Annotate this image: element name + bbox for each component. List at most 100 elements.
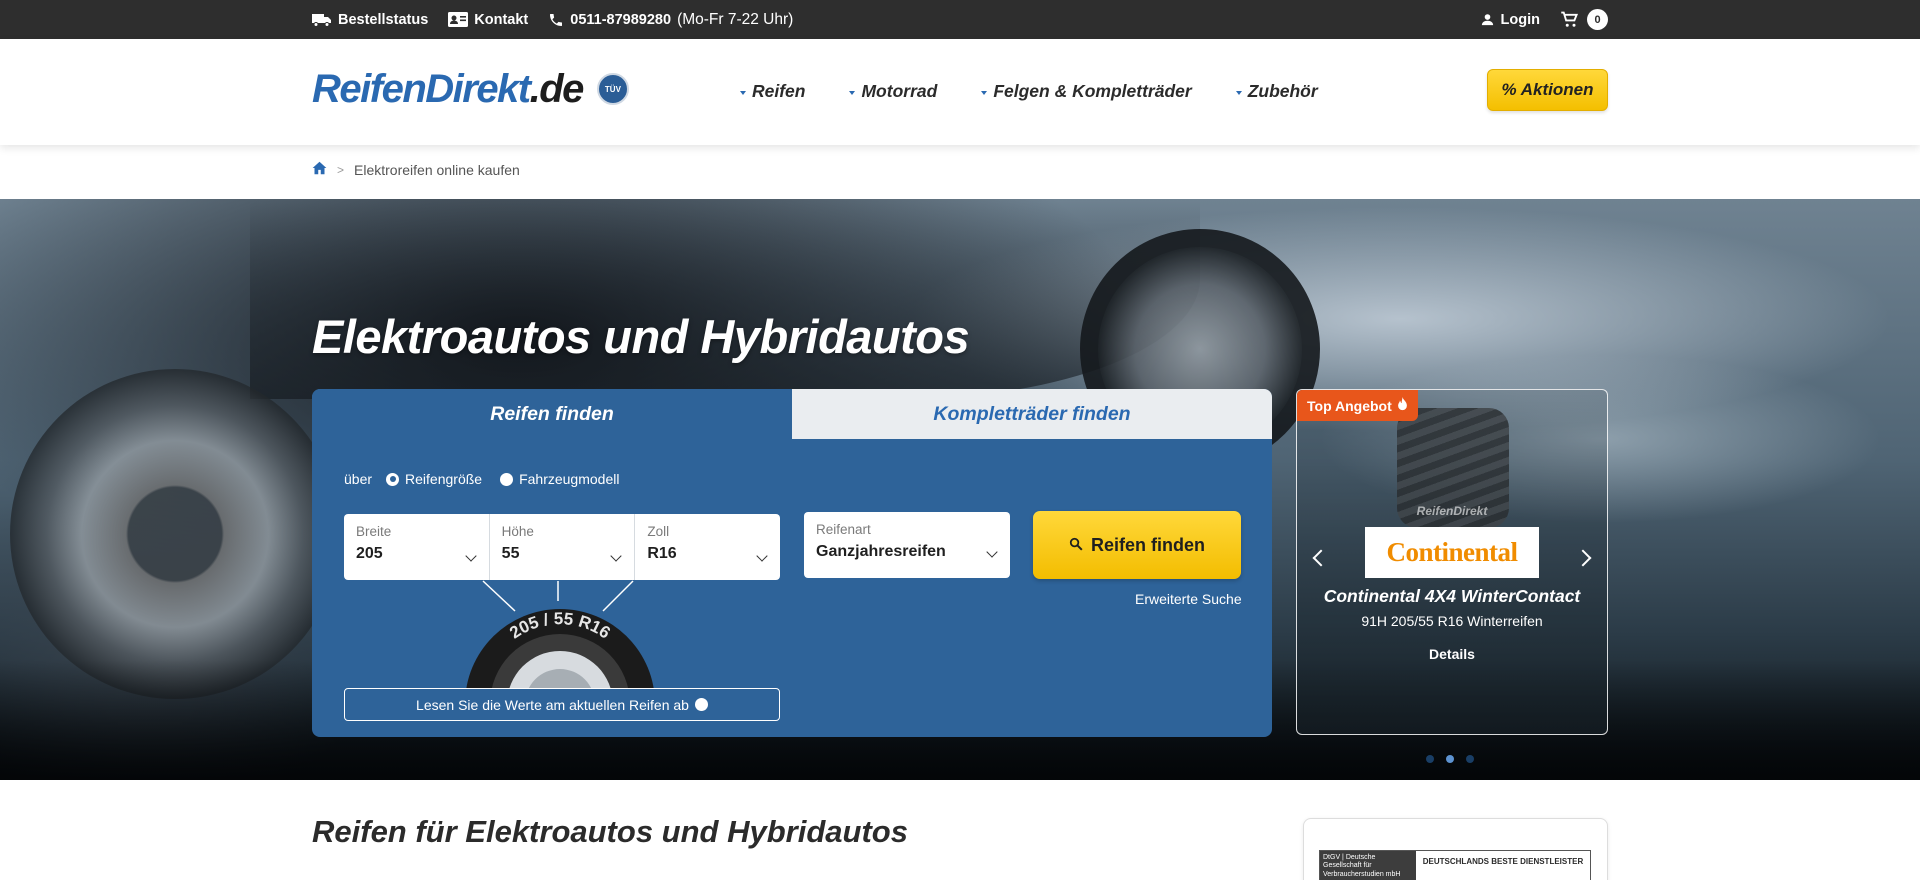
caret-down-icon <box>1235 90 1242 95</box>
tire-type-label: Reifenart <box>816 522 871 537</box>
top-utility-bar: Bestellstatus Kontakt 0511-87989280 (Mo-… <box>0 0 1920 39</box>
phone-number: 0511-87989280 <box>570 11 672 28</box>
carousel-prev-arrow-icon[interactable] <box>1312 549 1330 567</box>
seal-right-text: DEUTSCHLANDS BESTE DIENSTLEISTER <box>1422 857 1584 866</box>
nav-item-label: Reifen <box>752 81 806 101</box>
user-icon <box>1480 12 1495 27</box>
rim-size-value: R16 <box>647 545 677 562</box>
radio-reifengroesse[interactable]: Reifengröße <box>386 471 482 487</box>
phone-icon <box>548 12 564 28</box>
nav-item-label: Felgen & Kompletträder <box>993 81 1192 101</box>
carousel-next-arrow-icon[interactable] <box>1574 549 1592 567</box>
nav-item-reifen[interactable]: Reifen <box>740 81 805 102</box>
nav-item-label: Motorrad <box>861 81 938 101</box>
login-link[interactable]: Login <box>1480 12 1540 28</box>
hero-wheel-blur <box>10 369 340 699</box>
breadcrumb-separator: > <box>337 162 345 177</box>
flame-icon <box>1397 397 1408 414</box>
find-tires-button[interactable]: Reifen finden <box>1033 511 1241 579</box>
carousel-dots <box>1426 755 1474 763</box>
radio-label: Fahrzeugmodell <box>519 471 620 487</box>
search-mode-radio-group: über Reifengröße Fahrzeugmodell <box>344 471 619 487</box>
phone-hours: (Mo-Fr 7-22 Uhr) <box>677 10 794 28</box>
cart-count-badge: 0 <box>1587 9 1608 30</box>
offer-details-link[interactable]: Details <box>1297 646 1607 662</box>
info-icon <box>694 698 708 711</box>
brand-logo-continental: Continental <box>1365 527 1539 578</box>
award-seal-card: DtGV | Deutsche Gesellschaft für Verbrau… <box>1303 818 1608 880</box>
award-seal-image: DtGV | Deutsche Gesellschaft für Verbrau… <box>1319 850 1591 880</box>
search-icon <box>1069 535 1083 556</box>
cart-link[interactable]: 0 <box>1560 9 1608 30</box>
order-status-link[interactable]: Bestellstatus <box>312 12 428 28</box>
hero-car-body <box>250 199 1200 399</box>
advanced-search-link[interactable]: Erweiterte Suche <box>1135 591 1242 607</box>
top-utility-right: Login 0 <box>1480 9 1608 30</box>
logo-tld-text: .de <box>529 67 585 111</box>
height-value: 55 <box>501 545 520 562</box>
hero-banner: Elektroautos und Hybridautos Reifen find… <box>0 199 1920 780</box>
carousel-dot[interactable] <box>1466 755 1474 763</box>
promotions-button[interactable]: % Aktionen <box>1487 69 1608 111</box>
carousel-dot-active[interactable] <box>1446 755 1454 763</box>
nav-item-label: Zubehör <box>1247 81 1318 101</box>
radio-circle[interactable] <box>500 472 514 486</box>
tab-komplettraeder-finden[interactable]: Kompletträder finden <box>792 389 1272 439</box>
top-utility-left: Bestellstatus Kontakt 0511-87989280 (Mo-… <box>312 11 793 29</box>
caret-down-icon <box>740 90 746 95</box>
nav-item-zubehoer[interactable]: Zubehör <box>1235 81 1318 102</box>
breadcrumb-current: Elektroreifen online kaufen <box>354 161 520 178</box>
offer-tire-watermark: ReifenDirekt <box>1416 504 1488 518</box>
breadcrumb: > Elektroreifen online kaufen <box>312 161 520 178</box>
radio-label: Reifengröße <box>405 471 483 487</box>
width-value: 205 <box>356 545 383 562</box>
tire-search-panel: Reifen finden Kompletträder finden über … <box>312 389 1272 737</box>
height-select[interactable]: Höhe 55 <box>490 514 636 580</box>
site-logo[interactable]: ReifenDirekt.de TÜV <box>312 69 629 109</box>
find-tires-label: Reifen finden <box>1090 534 1205 555</box>
height-label: Höhe <box>501 524 534 539</box>
cart-icon <box>1560 11 1579 29</box>
tire-size-selector: Breite 205 Höhe 55 Zoll R16 <box>344 514 780 580</box>
home-icon[interactable] <box>312 161 327 178</box>
width-label: Breite <box>356 524 392 539</box>
caret-down-icon <box>849 90 856 95</box>
main-nav: Reifen Motorrad Felgen & Kompletträder Z… <box>740 81 1318 102</box>
top-offer-card: ReifenDirekt Top Angebot Continental Con… <box>1296 389 1608 735</box>
truck-icon <box>312 13 332 27</box>
tab-reifen-finden[interactable]: Reifen finden <box>312 389 792 439</box>
nav-item-felgen[interactable]: Felgen & Kompletträder <box>981 81 1192 102</box>
search-mode-label: über <box>344 471 373 487</box>
contact-card-icon <box>448 12 469 27</box>
radio-circle-selected[interactable] <box>386 472 400 486</box>
seal-left-text: DtGV | Deutsche Gesellschaft für Verbrau… <box>1320 851 1416 880</box>
brand-logo-text: Continental <box>1386 537 1518 567</box>
tire-type-select[interactable]: Reifenart Ganzjahresreifen <box>804 512 1010 578</box>
contact-label: Kontakt <box>474 11 529 28</box>
phone-link[interactable]: 0511-87989280 (Mo-Fr 7-22 Uhr) <box>548 11 793 29</box>
width-select[interactable]: Breite 205 <box>344 514 490 580</box>
offer-product-name[interactable]: Continental 4X4 WinterContact <box>1297 586 1607 607</box>
offer-product-spec: 91H 205/55 R16 Winterreifen <box>1361 613 1543 629</box>
nav-item-motorrad[interactable]: Motorrad <box>849 81 937 102</box>
order-status-label: Bestellstatus <box>338 11 429 28</box>
rim-size-select[interactable]: Zoll R16 <box>635 514 780 580</box>
carousel-dot[interactable] <box>1426 755 1434 763</box>
top-offer-badge: Top Angebot <box>1297 390 1418 421</box>
caret-down-icon <box>981 90 988 95</box>
contact-link[interactable]: Kontakt <box>448 12 528 28</box>
tire-sidewall-illustration: 205 / 55 R16 <box>445 579 675 704</box>
tire-type-value: Ganzjahresreifen <box>816 543 946 560</box>
section-title: Reifen für Elektroautos und Hybridautos <box>312 814 908 849</box>
login-label: Login <box>1500 11 1540 28</box>
rim-size-label: Zoll <box>647 524 670 539</box>
radio-fahrzeugmodell[interactable]: Fahrzeugmodell <box>500 471 619 487</box>
main-header: ReifenDirekt.de TÜV Reifen Motorrad Felg… <box>0 39 1920 145</box>
hero-title: Elektroautos und Hybridautos <box>312 310 970 363</box>
read-values-help-button[interactable]: Lesen Sie die Werte am aktuellen Reifen … <box>344 688 780 721</box>
logo-wordmark: ReifenDirekt.de <box>312 67 585 111</box>
read-values-label: Lesen Sie die Werte am aktuellen Reifen … <box>416 696 689 713</box>
logo-main-text: ReifenDirekt <box>312 67 531 111</box>
top-offer-label: Top Angebot <box>1307 397 1392 414</box>
top-utility-bar-inner: Bestellstatus Kontakt 0511-87989280 (Mo-… <box>312 0 1608 39</box>
